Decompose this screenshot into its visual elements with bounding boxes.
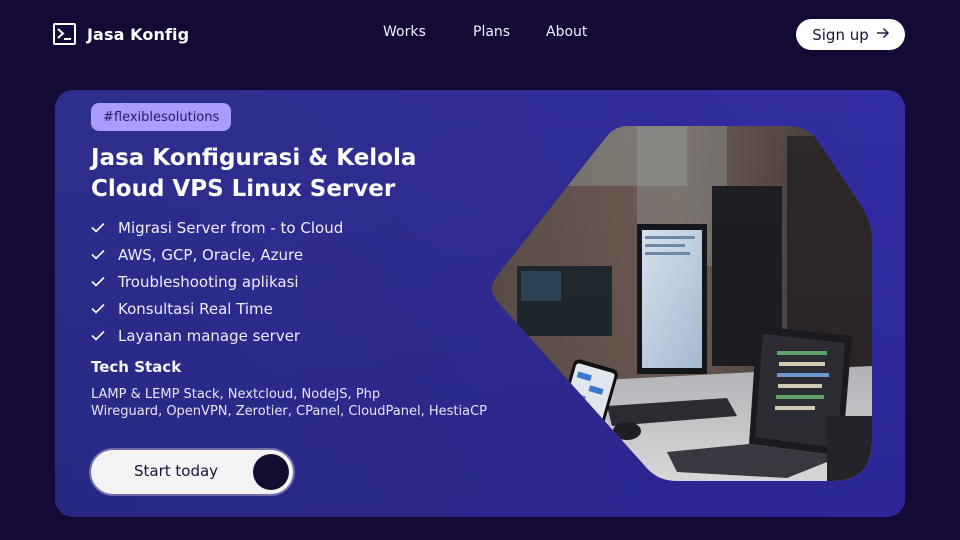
start-today-label: Start today: [134, 462, 219, 480]
feature-label: Konsultasi Real Time: [118, 299, 273, 318]
feature-label: Layanan manage server: [118, 326, 301, 345]
feature-label: AWS, GCP, Oracle, Azure: [118, 245, 304, 264]
hashtag-badge: #flexiblesolutions: [91, 103, 232, 131]
top-nav: Jasa Konfig Works Plans About Sign up: [0, 0, 960, 70]
headline-line-1: Jasa Konfigurasi & Kelola: [91, 145, 417, 171]
feature-item: Konsultasi Real Time: [91, 295, 343, 322]
signup-label: Sign up: [812, 25, 869, 44]
hero-card: #flexiblesolutions Jasa Konfigurasi & Ke…: [55, 90, 905, 517]
feature-label: Troubleshooting aplikasi: [118, 272, 299, 291]
feature-item: AWS, GCP, Oracle, Azure: [91, 241, 343, 268]
feature-item: Layanan manage server: [91, 322, 343, 349]
button-dot: [253, 454, 289, 490]
feature-item: Migrasi Server from - to Cloud: [91, 214, 343, 241]
feature-item: Troubleshooting aplikasi: [91, 268, 343, 295]
check-icon: [91, 300, 118, 318]
tech-stack-title: Tech Stack: [91, 358, 182, 376]
start-today-button[interactable]: Start today: [91, 450, 293, 494]
nav-link-plans[interactable]: Plans: [473, 24, 510, 40]
hero-headline: Jasa Konfigurasi & Kelola Cloud VPS Linu…: [91, 143, 491, 205]
tech-stack-line-1: LAMP & LEMP Stack, Nextcloud, NodeJS, Ph…: [91, 387, 381, 402]
nav-link-about[interactable]: About: [546, 24, 587, 40]
nav-link-works[interactable]: Works: [383, 24, 426, 40]
feature-label: Migrasi Server from - to Cloud: [118, 218, 344, 237]
check-icon: [91, 327, 118, 345]
feature-list: Migrasi Server from - to Cloud AWS, GCP,…: [91, 214, 343, 349]
arrow-right-icon: [876, 27, 889, 43]
headline-line-2: Cloud VPS Linux Server: [91, 176, 396, 202]
check-icon: [91, 273, 118, 291]
check-icon: [91, 219, 118, 237]
signup-button[interactable]: Sign up: [796, 19, 905, 50]
workstation-photo: [492, 126, 872, 481]
tech-stack-line-2: Wireguard, OpenVPN, Zerotier, CPanel, Cl…: [91, 404, 488, 419]
check-icon: [91, 246, 118, 264]
